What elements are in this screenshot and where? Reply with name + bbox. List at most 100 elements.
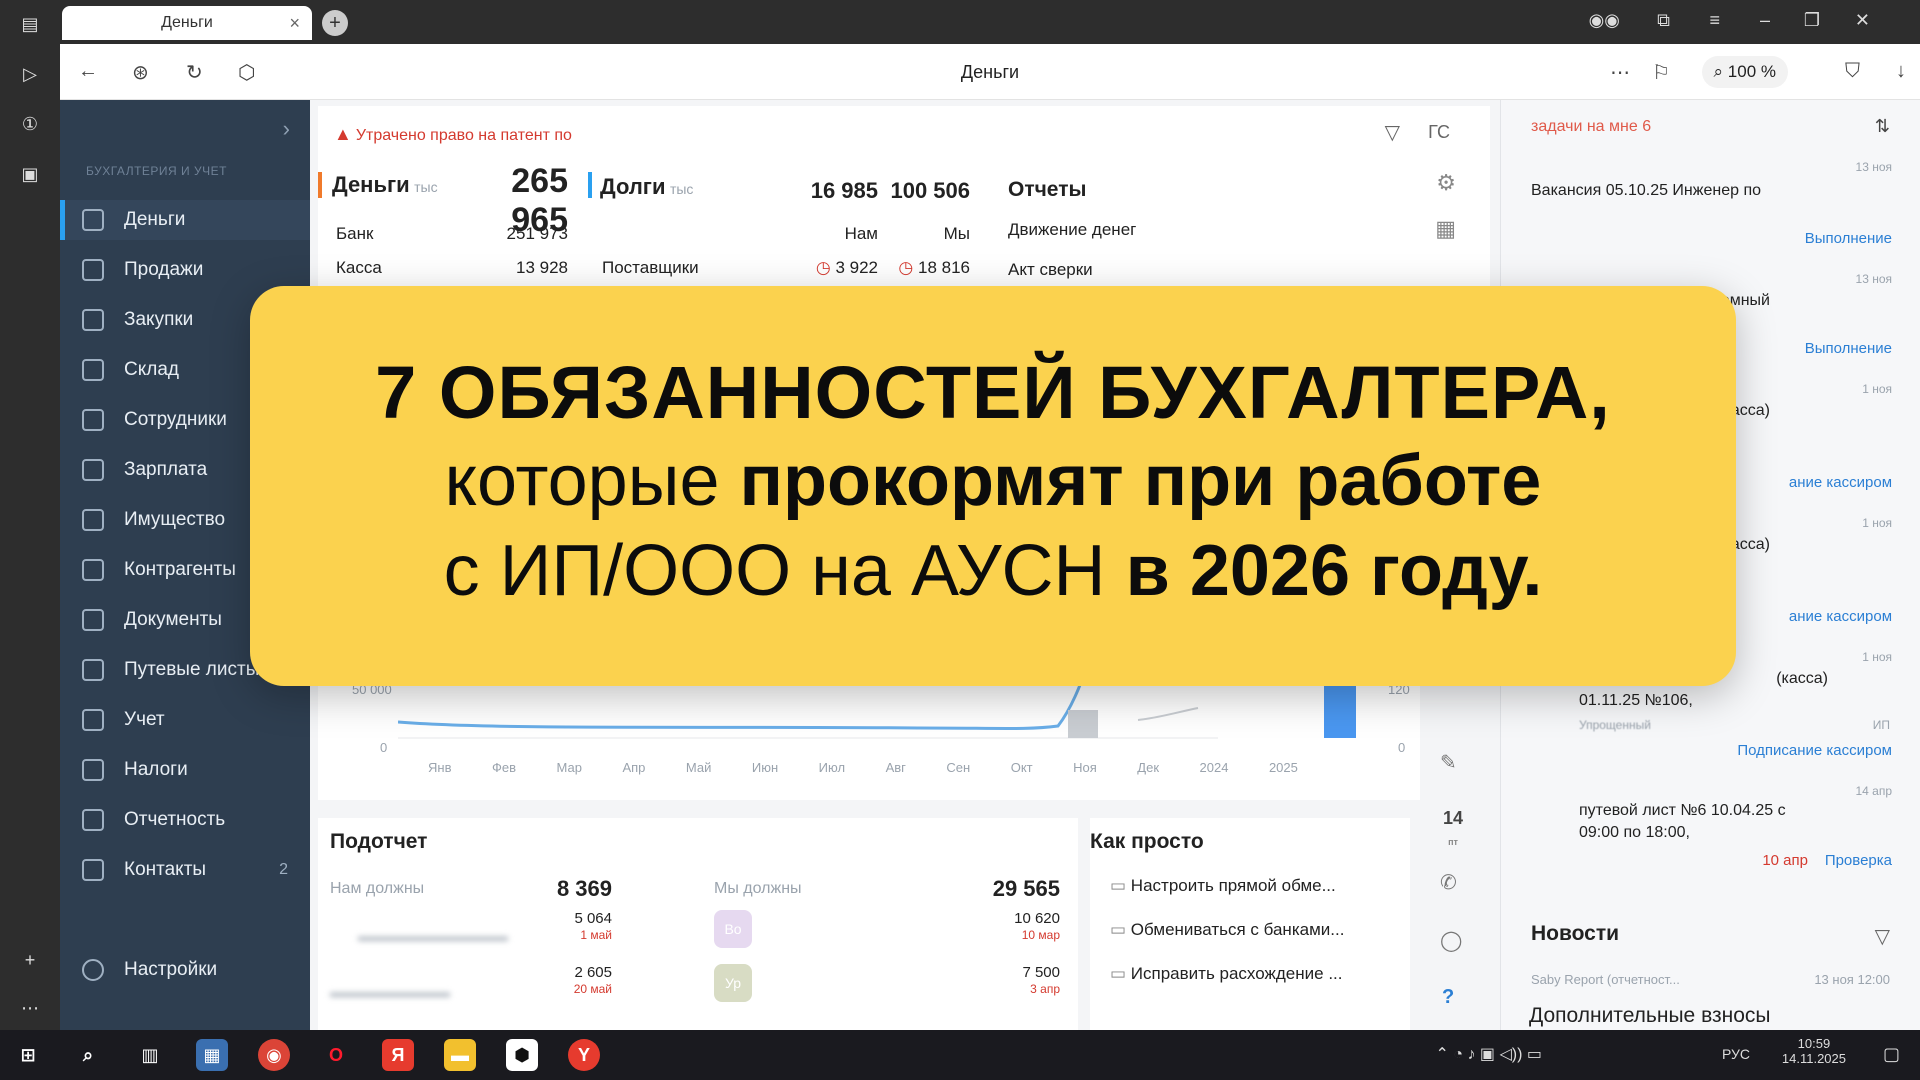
money-header[interactable]: Деньги тыс <box>332 172 438 198</box>
advance-title[interactable]: Подотчет <box>330 830 427 854</box>
more-dots-icon[interactable]: ⋯ <box>1610 60 1630 85</box>
avatar[interactable]: Ур <box>714 964 752 1002</box>
play-icon[interactable]: ▷ <box>18 62 42 86</box>
calendar-day[interactable]: 14 пт <box>1438 808 1468 850</box>
sidebar-item-label: Деньги <box>124 209 186 230</box>
close-window-icon[interactable]: ✕ <box>1855 10 1870 31</box>
how-simple-item[interactable]: ▭ Исправить расхождение ... <box>1110 964 1342 984</box>
month-label: Фев <box>491 760 517 775</box>
new-tab-button[interactable]: + <box>322 10 348 36</box>
grid-icon[interactable]: ▦ <box>1435 216 1456 242</box>
sidebar-item-label: Настройки <box>124 959 218 980</box>
bookmark-icon[interactable]: ⚐ <box>1652 60 1670 85</box>
sidebar-item-taxes[interactable]: Налоги <box>60 750 310 790</box>
extensions-icon[interactable]: ⛉ <box>1845 60 1860 83</box>
yandex-icon[interactable]: Я <box>382 1039 414 1071</box>
media-icon[interactable]: ▣ <box>18 162 42 186</box>
filter-icon[interactable]: ▽ <box>1385 120 1400 145</box>
task-status[interactable]: Выполнение <box>1805 230 1892 247</box>
owed-to-us-total: 8 369 <box>556 876 612 901</box>
calculator-icon[interactable]: ▦ <box>196 1039 228 1071</box>
news-title[interactable]: Новости <box>1531 922 1619 946</box>
tabs-icon[interactable]: ▤ <box>18 12 42 36</box>
tasks-header[interactable]: задачи на мне 6 <box>1531 118 1651 136</box>
sidebar-item-accounting[interactable]: Учет <box>60 700 310 740</box>
opera-icon[interactable]: O <box>320 1039 352 1071</box>
how-simple-title[interactable]: Как просто <box>1090 830 1204 854</box>
owed-row-2-value[interactable]: 2 605 <box>518 964 612 981</box>
download-icon[interactable]: ↓ <box>1896 60 1906 83</box>
task-status[interactable]: Проверка <box>1825 852 1892 869</box>
url-title[interactable]: Деньги <box>60 62 1920 83</box>
report-cash-flow[interactable]: Движение денег <box>1008 220 1136 240</box>
news-headline[interactable]: Дополнительные взносы <box>1529 1004 1771 1028</box>
help-icon[interactable]: ? <box>1442 986 1454 1009</box>
task-view-icon[interactable]: ▥ <box>134 1039 166 1071</box>
sidebar-item-money[interactable]: Деньги <box>60 200 310 240</box>
debts-unit: тыс <box>669 181 694 197</box>
settings-gear-icon[interactable]: ⚙ <box>1436 170 1456 196</box>
clock[interactable]: 10:59 14.11.2025 <box>1782 1036 1846 1066</box>
how-simple-item[interactable]: ▭ Обмениваться с банками... <box>1110 920 1344 940</box>
suppliers-value-1: ◷ 3 922 <box>778 258 878 278</box>
sidebar-item-label: Учет <box>124 709 165 730</box>
how-simple-item[interactable]: ▭ Настроить прямой обме... <box>1110 876 1336 896</box>
task-status[interactable]: ание кассиром <box>1789 608 1892 625</box>
task-status[interactable]: ание кассиром <box>1789 474 1892 491</box>
app-shield-icon[interactable]: ⬢ <box>506 1039 538 1071</box>
collections-icon[interactable]: ⧉ <box>1657 10 1670 31</box>
chrome-icon[interactable]: ◉ <box>258 1039 290 1071</box>
tray-icons[interactable]: ⌃ ◔ ♪ ▣ ◁)) ▭ <box>1436 1044 1543 1064</box>
owe-row-1-value[interactable]: 10 620 <box>918 910 1060 927</box>
add-icon[interactable]: + <box>18 948 42 972</box>
news-filter-icon[interactable]: ▽ <box>1875 924 1890 949</box>
owed-row-1-value[interactable]: 5 064 <box>518 910 612 927</box>
search-icon[interactable]: ⌕ <box>72 1039 104 1071</box>
notifications-icon[interactable]: ▢ <box>1883 1044 1900 1065</box>
video-icon: ▭ <box>1110 876 1127 895</box>
filter-label[interactable]: ГС <box>1428 122 1450 143</box>
sort-icon[interactable]: ⇅ <box>1875 116 1890 137</box>
sidebar-item-sales[interactable]: Продажи <box>60 250 310 290</box>
patent-alert[interactable]: ▲ Утрачено право на патент по <box>334 124 572 145</box>
yandex-browser-icon[interactable]: Y <box>568 1039 600 1071</box>
we-owe-total: 29 565 <box>992 876 1060 901</box>
task-status[interactable]: Выполнение <box>1805 340 1892 357</box>
owe-row-2-value[interactable]: 7 500 <box>918 964 1060 981</box>
zoom-indicator[interactable]: ⌕ 100 % <box>1701 56 1788 88</box>
chat-icon[interactable]: ◯ <box>1440 928 1462 953</box>
clock-date: 14.11.2025 <box>1781 1051 1846 1066</box>
sidebar-item-settings[interactable]: Настройки <box>60 950 310 990</box>
report-reconciliation[interactable]: Акт сверки <box>1008 260 1093 280</box>
sidebar-item-reporting[interactable]: Отчетность <box>60 800 310 840</box>
collapse-chevron-icon[interactable]: › <box>283 116 290 142</box>
file-explorer-icon[interactable]: ▬ <box>444 1039 476 1071</box>
debts-header[interactable]: Долги тыс <box>600 174 693 200</box>
suppliers-label[interactable]: Поставщики <box>602 258 699 278</box>
tab-money[interactable]: Деньги × <box>62 6 312 40</box>
task-status[interactable]: Подписание кассиром <box>1737 742 1892 759</box>
reports-title[interactable]: Отчеты <box>1008 178 1086 202</box>
bank-label[interactable]: Банк <box>336 224 373 244</box>
task-title[interactable]: Вакансия 05.10.25 Инженер по <box>1531 182 1761 200</box>
notes-icon[interactable]: ✎ <box>1440 750 1457 775</box>
sidebar-item-contacts[interactable]: Контакты 2 <box>60 850 310 890</box>
task-title[interactable]: (касса) <box>1776 670 1828 688</box>
workspace-1-icon[interactable]: ① <box>18 112 42 136</box>
windows-start-icon[interactable]: ⊞ <box>12 1039 44 1071</box>
menu-icon[interactable]: ≡ <box>1709 10 1720 31</box>
address-bar: ← ⊛ ↻ ⬡ Деньги ⋯ ⚐ ⌕ 100 % ⛉ ↓ <box>60 44 1920 100</box>
input-language[interactable]: РУС <box>1722 1046 1750 1062</box>
minimize-icon[interactable]: – <box>1760 10 1770 31</box>
sidebar-item-label: Путевые листы <box>124 659 260 680</box>
cash-label[interactable]: Касса <box>336 258 382 278</box>
reader-icon[interactable]: ◉◉ <box>1589 10 1620 31</box>
task-title[interactable]: путевой лист №6 10.04.25 с <box>1579 802 1786 820</box>
tab-title: Деньги <box>161 14 213 31</box>
alert-text: Утрачено право на патент по <box>355 127 572 144</box>
more-icon[interactable]: ⋯ <box>18 996 42 1020</box>
phone-icon[interactable]: ✆ <box>1440 870 1457 895</box>
restore-icon[interactable]: ❐ <box>1804 10 1820 31</box>
close-tab-icon[interactable]: × <box>289 6 300 40</box>
avatar[interactable]: Во <box>714 910 752 948</box>
